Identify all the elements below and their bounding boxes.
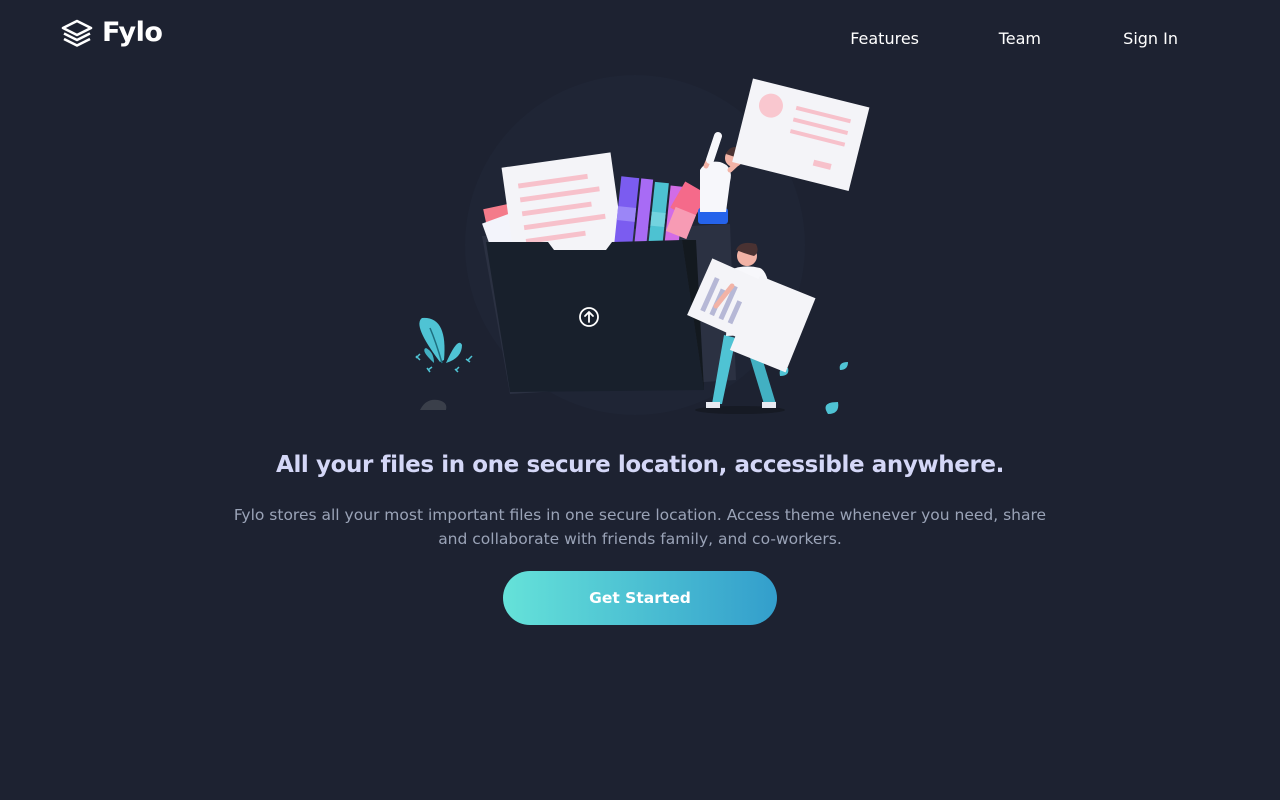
brand-logo[interactable]: Fylo — [60, 17, 163, 48]
hero-description: Fylo stores all your most important file… — [233, 506, 1047, 548]
nav-link-sign-in[interactable]: Sign In — [1123, 28, 1178, 50]
brand-name: Fylo — [102, 17, 163, 48]
hero-headline: All your files in one secure location, a… — [276, 452, 1004, 478]
stacked-layers-icon — [61, 19, 93, 47]
nav-link-team[interactable]: Team — [999, 28, 1041, 50]
landing-page: Fylo Features Team Sign In All your file… — [0, 0, 1280, 800]
nav-link-features[interactable]: Features — [850, 28, 919, 50]
plant-decoration — [415, 317, 473, 373]
get-started-button[interactable]: Get Started — [503, 571, 777, 625]
people-organizing-files-illustration — [415, 75, 870, 415]
